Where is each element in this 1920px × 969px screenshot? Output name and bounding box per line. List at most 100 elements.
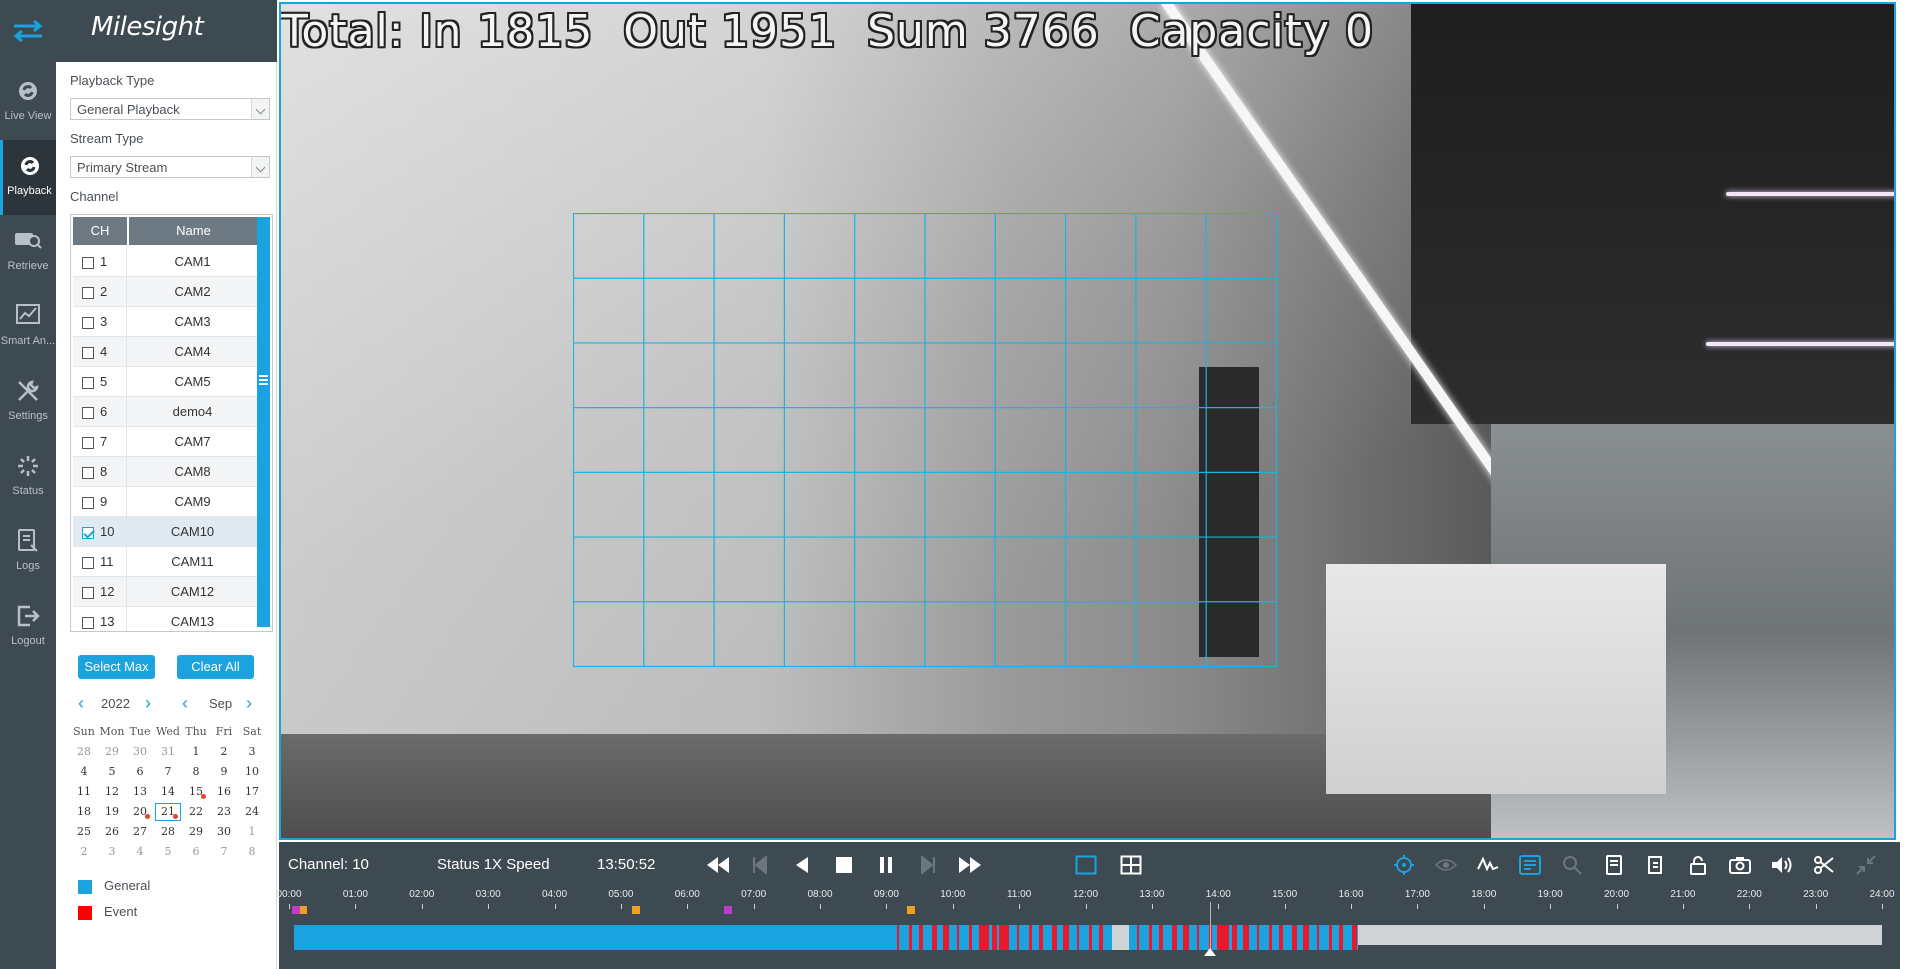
zoom-button[interactable] [1558, 852, 1586, 878]
nav-item-playback[interactable]: Playback [0, 140, 56, 215]
prev-year-button[interactable]: ‹ [78, 694, 84, 712]
step-forward-button[interactable] [914, 852, 942, 878]
tag-marker-icon[interactable] [724, 906, 732, 914]
prev-month-button[interactable]: ‹ [182, 694, 188, 712]
calendar-day[interactable]: 5 [98, 762, 126, 782]
calendar-day[interactable]: 9 [210, 762, 238, 782]
fast-forward-button[interactable] [956, 852, 984, 878]
channel-row[interactable]: 5 CAM5 [73, 367, 258, 397]
calendar-day[interactable]: 5 [154, 842, 182, 862]
calendar-day[interactable]: 3 [238, 742, 266, 762]
channel-row[interactable]: 4 CAM4 [73, 337, 258, 367]
nav-item-status[interactable]: Status [0, 440, 56, 515]
lock-button[interactable] [1684, 852, 1712, 878]
channel-row[interactable]: 3 CAM3 [73, 307, 258, 337]
fast-rewind-button[interactable] [704, 852, 732, 878]
quad-layout-button[interactable] [1117, 852, 1145, 878]
calendar-day[interactable]: 21 [154, 802, 182, 822]
calendar-day[interactable]: 14 [154, 782, 182, 802]
checkbox[interactable] [82, 287, 94, 299]
reverse-play-button[interactable] [788, 852, 816, 878]
calendar-day[interactable]: 10 [238, 762, 266, 782]
calendar-day[interactable]: 23 [210, 802, 238, 822]
checkbox[interactable] [82, 437, 94, 449]
step-backward-button[interactable] [746, 852, 774, 878]
nav-item-settings[interactable]: Settings [0, 365, 56, 440]
calendar-day[interactable]: 29 [98, 742, 126, 762]
timeline-cursor-icon[interactable] [1204, 948, 1217, 956]
channel-row[interactable]: 9 CAM9 [73, 487, 258, 517]
checkbox[interactable] [82, 497, 94, 509]
calendar-day[interactable]: 20 [126, 802, 154, 822]
calendar-day[interactable]: 8 [238, 842, 266, 862]
calendar-day[interactable]: 7 [154, 762, 182, 782]
calendar-day[interactable]: 27 [126, 822, 154, 842]
calendar-day[interactable]: 11 [70, 782, 98, 802]
lock-marker-icon[interactable] [907, 906, 915, 914]
checkbox-checked[interactable] [82, 527, 94, 539]
single-layout-button[interactable] [1072, 852, 1100, 878]
audio-button[interactable] [1768, 852, 1796, 878]
calendar-day[interactable]: 2 [70, 842, 98, 862]
calendar-day[interactable]: 1 [238, 822, 266, 842]
nav-item-smart-analytics[interactable]: Smart An... [0, 290, 56, 365]
calendar-day[interactable]: 28 [154, 822, 182, 842]
checkbox[interactable] [82, 317, 94, 329]
next-year-button[interactable]: › [145, 694, 151, 712]
checkbox[interactable] [82, 407, 94, 419]
calendar-day[interactable]: 29 [182, 822, 210, 842]
calendar-day[interactable]: 6 [182, 842, 210, 862]
checkbox[interactable] [82, 257, 94, 269]
calendar-day[interactable]: 17 [238, 782, 266, 802]
snapshot-button[interactable] [1726, 852, 1754, 878]
stop-button[interactable] [830, 852, 858, 878]
calendar-day[interactable]: 24 [238, 802, 266, 822]
checkbox[interactable] [82, 617, 94, 629]
calendar-day[interactable]: 1 [182, 742, 210, 762]
smart-search-button[interactable] [1390, 852, 1418, 878]
menu-toggle-button[interactable] [0, 0, 56, 62]
checkbox[interactable] [82, 347, 94, 359]
channel-row[interactable]: 10 CAM10 [73, 517, 258, 547]
nav-item-logs[interactable]: Logs [0, 515, 56, 590]
calendar-day[interactable]: 30 [126, 742, 154, 762]
calendar-day[interactable]: 7 [210, 842, 238, 862]
checkbox[interactable] [82, 557, 94, 569]
backup-button[interactable] [1600, 852, 1628, 878]
clear-all-button[interactable]: Clear All [177, 655, 254, 679]
calendar-day[interactable]: 8 [182, 762, 210, 782]
next-month-button[interactable]: › [246, 694, 252, 712]
calendar-day[interactable]: 4 [70, 762, 98, 782]
channel-row[interactable]: 8 CAM8 [73, 457, 258, 487]
calendar-day[interactable]: 16 [210, 782, 238, 802]
calendar-day[interactable]: 19 [98, 802, 126, 822]
calendar-day[interactable]: 2 [210, 742, 238, 762]
channel-row[interactable]: 7 CAM7 [73, 427, 258, 457]
calendar-day[interactable]: 25 [70, 822, 98, 842]
checkbox[interactable] [82, 377, 94, 389]
vca-button[interactable] [1474, 852, 1502, 878]
channel-row[interactable]: 2 CAM2 [73, 277, 258, 307]
lock-marker-icon[interactable] [299, 906, 307, 914]
calendar-day[interactable]: 31 [154, 742, 182, 762]
view-toggle-button[interactable] [1432, 852, 1460, 878]
calendar-day[interactable]: 13 [126, 782, 154, 802]
clip-button[interactable] [1810, 852, 1838, 878]
pause-button[interactable] [872, 852, 900, 878]
channel-scrollbar[interactable] [257, 217, 270, 627]
calendar-day[interactable]: 15 [182, 782, 210, 802]
checkbox[interactable] [82, 587, 94, 599]
calendar-day[interactable]: 22 [182, 802, 210, 822]
nav-item-logout[interactable]: Logout [0, 590, 56, 665]
calendar-day[interactable]: 30 [210, 822, 238, 842]
checkbox[interactable] [82, 467, 94, 479]
info-panel-button[interactable] [1516, 852, 1544, 878]
calendar-day[interactable]: 6 [126, 762, 154, 782]
calendar-day[interactable]: 12 [98, 782, 126, 802]
tag-button[interactable] [1642, 852, 1670, 878]
channel-row[interactable]: 13 CAM13 [73, 607, 258, 631]
channel-row[interactable]: 1 CAM1 [73, 247, 258, 277]
fullscreen-button[interactable] [1852, 852, 1880, 878]
stream-type-select[interactable]: Primary Stream [70, 156, 270, 178]
playback-type-select[interactable]: General Playback [70, 98, 270, 120]
